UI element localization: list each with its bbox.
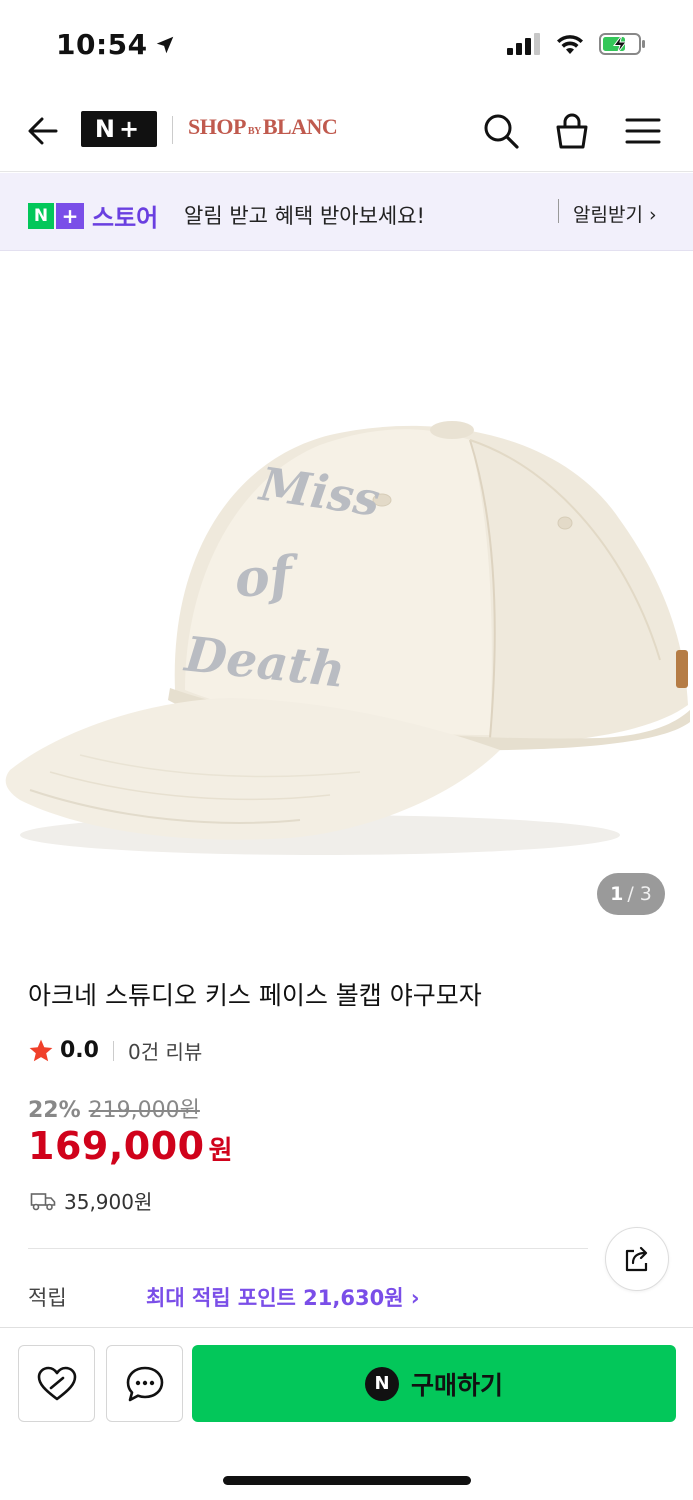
notification-banner: N + 스토어 알림 받고 혜택 받아보세요! 알림받기 › [0, 173, 693, 251]
chat-bubble-icon [126, 1366, 163, 1401]
store-label: 스토어 [92, 204, 159, 232]
shop-logo-right: BLANC [262, 114, 338, 139]
heart-icon [37, 1366, 76, 1400]
naver-plus-logo[interactable]: N+ [81, 111, 157, 147]
points-label: 적립 [28, 1286, 67, 1310]
battery-charging-icon [599, 33, 645, 55]
sale-price-row: 169,000 원 [28, 1124, 233, 1168]
review-count[interactable]: 0건 리뷰 [128, 1036, 202, 1065]
n-mark: N [28, 202, 54, 229]
image-counter: 1 / 3 [597, 873, 665, 915]
share-button[interactable] [605, 1227, 669, 1291]
signal-icon [507, 33, 540, 55]
buy-now-label: 구매하기 [410, 1370, 503, 1400]
shop-logo-by: BY [247, 126, 261, 137]
star-icon [29, 1039, 53, 1061]
sale-price: 169,000 [28, 1124, 205, 1168]
delivery-truck-icon [30, 1192, 56, 1210]
back-button[interactable] [22, 110, 64, 152]
home-indicator [223, 1476, 471, 1485]
status-time: 10:54 [56, 28, 176, 61]
status-bar: 10:54 [0, 0, 693, 92]
shipping-fee: 35,900원 [64, 1190, 153, 1214]
search-icon [484, 114, 519, 149]
talk-talk-button[interactable] [106, 1345, 183, 1422]
wishlist-button[interactable] [18, 1345, 95, 1422]
rating-row[interactable]: 0.0 0건 리뷰 [28, 1036, 202, 1065]
discount-rate: 22% [28, 1098, 81, 1123]
cart-button[interactable] [549, 108, 595, 154]
product-title: 아크네 스튜디오 키스 페이스 볼캡 야구모자 [28, 981, 482, 1010]
logo-divider [172, 116, 173, 144]
clock: 10:54 [56, 28, 148, 61]
discount-row: 22% 219,000원 [28, 1092, 200, 1124]
baseball-cap-image: Miss of Death [5, 421, 690, 855]
buy-now-button[interactable]: N 구매하기 [192, 1345, 676, 1422]
back-arrow-icon [28, 117, 58, 145]
subscribe-notifications-link[interactable]: 알림받기 › [573, 200, 657, 227]
shop-logo-left: SHOP [188, 114, 246, 139]
section-divider [28, 1248, 588, 1249]
top-navigation: N+ SHOP BY BLANC [0, 92, 693, 172]
np-mark: N + [28, 202, 84, 229]
shipping-row: 35,900원 [30, 1186, 152, 1215]
rating-divider [112, 1040, 114, 1061]
bottom-action-bar: N 구매하기 [0, 1327, 693, 1500]
naver-plus-store-logo: N + 스토어 [28, 198, 158, 233]
menu-icon [625, 118, 661, 144]
plus-mark: + [56, 202, 84, 229]
location-arrow-icon [156, 36, 173, 53]
share-icon [625, 1246, 648, 1272]
original-price: 219,000원 [88, 1098, 200, 1123]
currency-unit: 원 [208, 1136, 233, 1166]
naver-pay-n-icon: N [364, 1366, 399, 1401]
status-indicators [507, 32, 647, 56]
shop-by-blanc-logo[interactable]: SHOP BY BLANC [188, 114, 338, 140]
banner-divider [558, 199, 559, 223]
product-image-carousel[interactable]: Miss of Death [0, 252, 693, 952]
max-points-link[interactable]: 최대 적립 포인트 21,630원 › [146, 1282, 420, 1312]
shopping-bag-icon [556, 113, 588, 149]
image-counter-total: / 3 [627, 883, 652, 905]
menu-button[interactable] [620, 108, 666, 154]
image-counter-current: 1 [610, 883, 624, 905]
wifi-icon [557, 35, 583, 54]
rating-score: 0.0 [60, 1038, 99, 1063]
banner-message: 알림 받고 혜택 받아보세요! [184, 204, 425, 228]
search-button[interactable] [478, 108, 524, 154]
